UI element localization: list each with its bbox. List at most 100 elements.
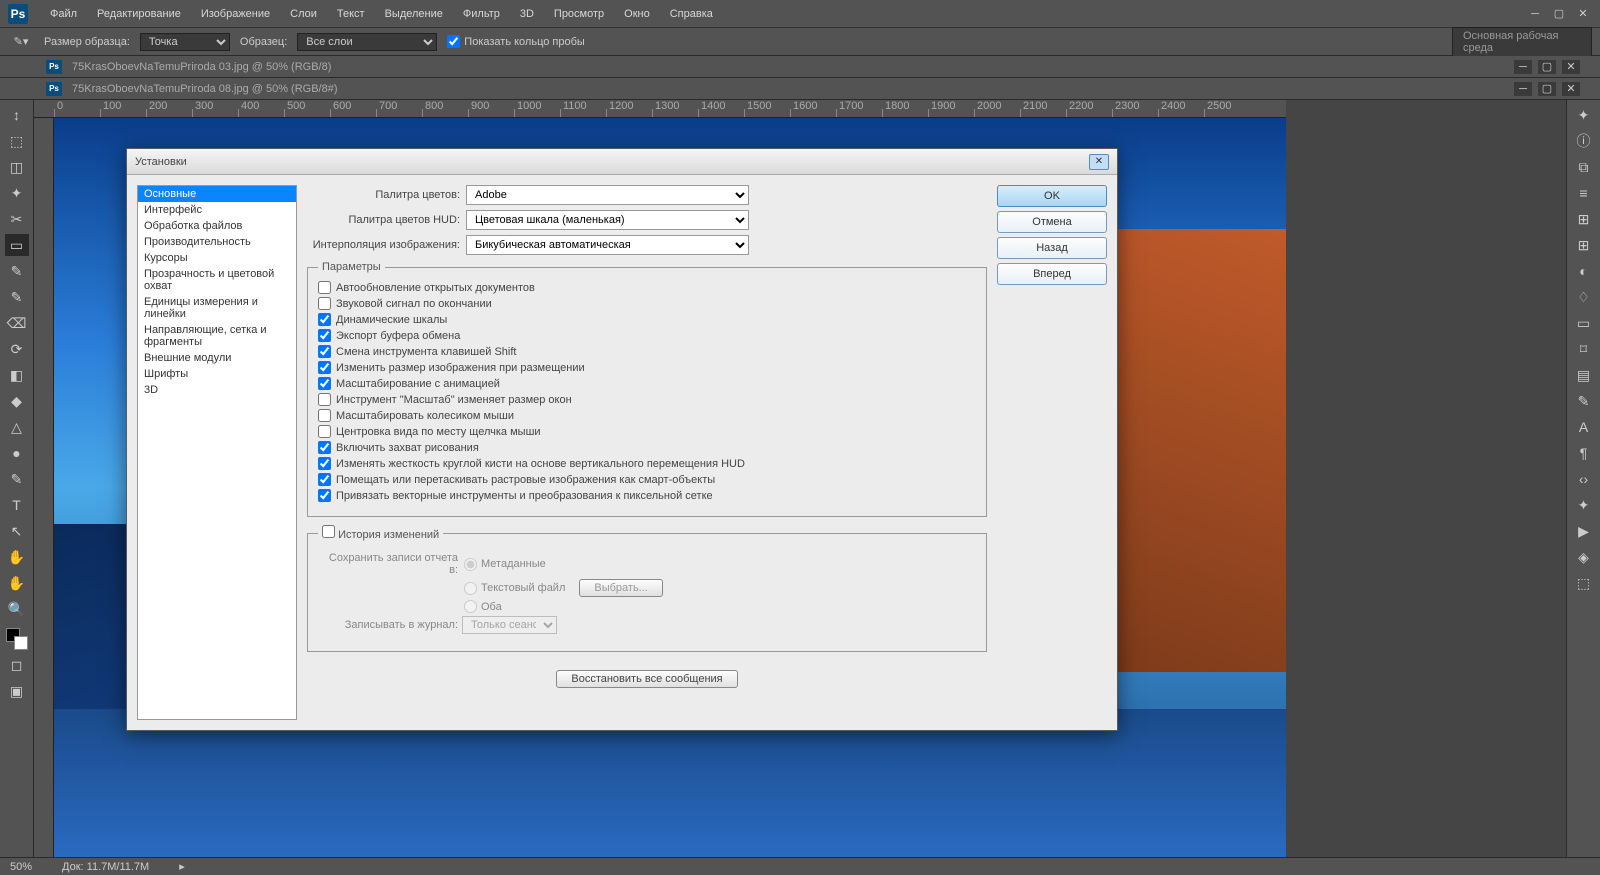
option-checkbox[interactable] [318, 473, 331, 486]
category-item[interactable]: Курсоры [138, 250, 296, 266]
option-checkbox[interactable] [318, 329, 331, 342]
panel-icon[interactable]: ▶ [1572, 520, 1596, 542]
panel-icon[interactable]: ¶ [1572, 442, 1596, 464]
menu-image[interactable]: Изображение [191, 8, 280, 20]
move-tool[interactable]: ↕ [5, 104, 29, 126]
panel-icon[interactable]: ✎ [1572, 390, 1596, 412]
path-tool[interactable]: ↖ [5, 520, 29, 542]
panel-icon[interactable]: ▭ [1572, 312, 1596, 334]
category-item[interactable]: Производительность [138, 234, 296, 250]
tab-close-icon[interactable]: ✕ [1562, 82, 1580, 96]
option-checkbox[interactable] [318, 489, 331, 502]
menu-view[interactable]: Просмотр [544, 8, 614, 20]
panel-icon[interactable]: ♢ [1572, 286, 1596, 308]
lasso-tool[interactable]: ◫ [5, 156, 29, 178]
brush-tool[interactable]: ✎ [5, 286, 29, 308]
panel-icon[interactable]: ◐ [1572, 260, 1596, 282]
stamp-tool[interactable]: ⌫ [5, 312, 29, 334]
panel-icon[interactable]: ⧉ [1572, 156, 1596, 178]
category-item[interactable]: Основные [138, 186, 296, 202]
eyedropper-tool[interactable]: ▭ [5, 234, 29, 256]
cancel-button[interactable]: Отмена [997, 211, 1107, 233]
hud-picker-select[interactable]: Цветовая шкала (маленькая) [466, 210, 749, 230]
category-item[interactable]: Направляющие, сетка и фрагменты [138, 322, 296, 350]
menu-select[interactable]: Выделение [375, 8, 453, 20]
option-checkbox[interactable] [318, 313, 331, 326]
option-checkbox[interactable] [318, 361, 331, 374]
tool-preset-icon[interactable]: ✎▾ [8, 32, 34, 52]
sampling-ring-input[interactable] [447, 35, 460, 48]
status-arrow-icon[interactable]: ▸ [179, 860, 185, 873]
hand-tool[interactable]: ✋ [5, 572, 29, 594]
marquee-tool[interactable]: ⬚ [5, 130, 29, 152]
minimize-icon[interactable]: ─ [1526, 7, 1544, 21]
option-checkbox[interactable] [318, 425, 331, 438]
restore-warnings-button[interactable]: Восстановить все сообщения [556, 670, 737, 688]
panel-icon[interactable]: ⓘ [1572, 130, 1596, 152]
eraser-tool[interactable]: ◧ [5, 364, 29, 386]
panel-icon[interactable]: ▤ [1572, 364, 1596, 386]
color-picker-select[interactable]: Adobe [466, 185, 749, 205]
option-checkbox[interactable] [318, 377, 331, 390]
interpolation-select[interactable]: Бикубическая автоматическая [466, 235, 749, 255]
option-checkbox[interactable] [318, 409, 331, 422]
prev-button[interactable]: Назад [997, 237, 1107, 259]
option-checkbox[interactable] [318, 393, 331, 406]
document-tab-1[interactable]: Ps 75KrasOboevNaTemuPriroda 03.jpg @ 50%… [0, 56, 1600, 78]
document-tab-2[interactable]: Ps 75KrasOboevNaTemuPriroda 08.jpg @ 50%… [0, 78, 1600, 100]
panel-icon[interactable]: ⊞ [1572, 234, 1596, 256]
sampling-ring-checkbox[interactable]: Показать кольцо пробы [447, 35, 585, 48]
history-brush-tool[interactable]: ⟳ [5, 338, 29, 360]
tab-maximize-icon[interactable]: ▢ [1538, 82, 1556, 96]
panel-icon[interactable]: ✦ [1572, 494, 1596, 516]
healing-tool[interactable]: ✎ [5, 260, 29, 282]
panel-icon[interactable]: ≡ [1572, 182, 1596, 204]
maximize-icon[interactable]: ▢ [1550, 7, 1568, 21]
menu-edit[interactable]: Редактирование [87, 8, 191, 20]
menu-help[interactable]: Справка [660, 8, 723, 20]
menu-text[interactable]: Текст [327, 8, 375, 20]
category-item[interactable]: Внешние модули [138, 350, 296, 366]
category-item[interactable]: Шрифты [138, 366, 296, 382]
close-icon[interactable]: ✕ [1574, 7, 1592, 21]
tab-minimize-icon[interactable]: ─ [1514, 60, 1532, 74]
panel-icon[interactable]: ⌑ [1572, 338, 1596, 360]
tab-close-icon[interactable]: ✕ [1562, 60, 1580, 74]
workspace-selector[interactable]: Основная рабочая среда [1452, 27, 1592, 57]
option-checkbox[interactable] [318, 457, 331, 470]
tab-minimize-icon[interactable]: ─ [1514, 82, 1532, 96]
text-tool[interactable]: T [5, 494, 29, 516]
option-checkbox[interactable] [318, 297, 331, 310]
quickmask-icon[interactable]: ◻ [5, 654, 29, 676]
menu-window[interactable]: Окно [614, 8, 660, 20]
wand-tool[interactable]: ✦ [5, 182, 29, 204]
blur-tool[interactable]: △ [5, 416, 29, 438]
zoom-tool[interactable]: 🔍 [5, 598, 29, 620]
panel-icon[interactable]: ‹› [1572, 468, 1596, 490]
category-item[interactable]: Единицы измерения и линейки [138, 294, 296, 322]
tab-maximize-icon[interactable]: ▢ [1538, 60, 1556, 74]
category-item[interactable]: Прозрачность и цветовой охват [138, 266, 296, 294]
option-checkbox[interactable] [318, 441, 331, 454]
sample-type-select[interactable]: Все слои [297, 33, 437, 51]
panel-icon[interactable]: ◈ [1572, 546, 1596, 568]
shape-tool[interactable]: ✋ [5, 546, 29, 568]
dodge-tool[interactable]: ● [5, 442, 29, 464]
pen-tool[interactable]: ✎ [5, 468, 29, 490]
option-checkbox[interactable] [318, 281, 331, 294]
category-item[interactable]: Обработка файлов [138, 218, 296, 234]
menu-3d[interactable]: 3D [510, 8, 544, 20]
color-swatch[interactable] [6, 628, 28, 650]
crop-tool[interactable]: ✂ [5, 208, 29, 230]
history-log-checkbox[interactable] [322, 525, 335, 538]
panel-icon[interactable]: ✦ [1572, 104, 1596, 126]
menu-file[interactable]: Файл [40, 8, 87, 20]
doc-size[interactable]: Док: 11.7M/11.7M [62, 861, 149, 873]
menu-filter[interactable]: Фильтр [453, 8, 510, 20]
category-item[interactable]: 3D [138, 382, 296, 398]
panel-icon[interactable]: A [1572, 416, 1596, 438]
next-button[interactable]: Вперед [997, 263, 1107, 285]
panel-icon[interactable]: ⊞ [1572, 208, 1596, 230]
sample-size-select[interactable]: Точка [140, 33, 230, 51]
zoom-level[interactable]: 50% [10, 861, 32, 873]
